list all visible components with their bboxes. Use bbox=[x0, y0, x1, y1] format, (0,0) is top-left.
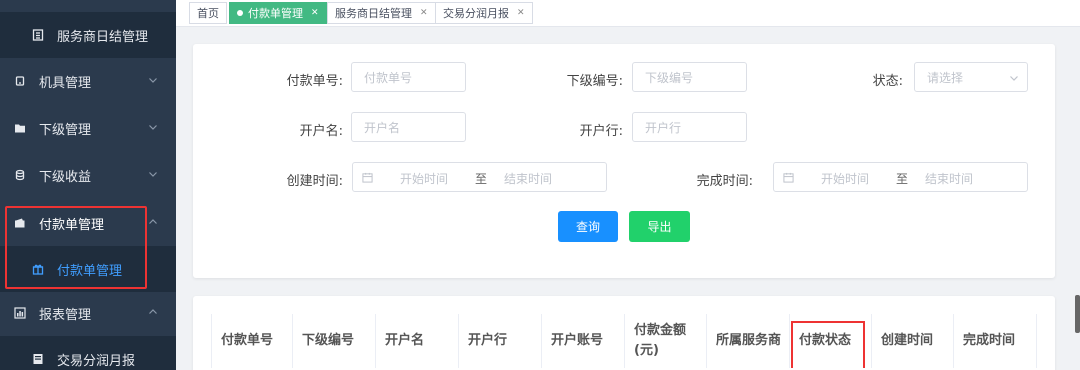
coins-icon bbox=[14, 169, 26, 181]
order-no-input[interactable]: 付款单号 bbox=[351, 62, 466, 92]
column-header[interactable]: 开户名 bbox=[376, 314, 459, 368]
account-name-label: 开户名: bbox=[299, 124, 343, 139]
tab-home[interactable]: 首页 bbox=[189, 2, 227, 24]
column-header[interactable]: 所属服务商 bbox=[707, 314, 790, 368]
column-header[interactable]: 付款单号 bbox=[211, 314, 293, 368]
tab-payment-order[interactable]: 付款单管理 ✕ bbox=[229, 2, 327, 24]
created-end-placeholder: 结束时间 bbox=[504, 172, 553, 186]
gift-icon bbox=[32, 263, 44, 275]
calendar-icon bbox=[362, 172, 373, 183]
sidebar-item-label: 下级收益 bbox=[39, 169, 92, 185]
calendar-icon bbox=[783, 172, 794, 183]
query-button[interactable]: 查询 bbox=[558, 211, 618, 242]
folder-icon bbox=[14, 122, 26, 134]
chevron-up-icon bbox=[149, 309, 157, 314]
column-header[interactable]: 付款金额(元) bbox=[625, 314, 707, 368]
chevron-down-icon bbox=[149, 172, 157, 177]
tab-monthly-report[interactable]: 交易分润月报 ✕ bbox=[435, 2, 533, 24]
finished-start-placeholder: 开始时间 bbox=[821, 172, 870, 186]
column-header[interactable]: 付款状态 bbox=[790, 314, 872, 368]
order-no-label: 付款单号: bbox=[286, 74, 343, 89]
created-time-range[interactable]: 开始时间 至 结束时间 bbox=[352, 162, 607, 192]
column-header-label: 付款金额(元) bbox=[634, 323, 687, 358]
column-header[interactable]: 开户账号 bbox=[542, 314, 625, 368]
column-header[interactable]: 开户行 bbox=[459, 314, 542, 368]
sidebar-item-daily-settlement[interactable]: 服务商日结管理 bbox=[0, 12, 176, 58]
range-separator: 至 bbox=[475, 172, 488, 186]
sidebar-item-monthly-report[interactable]: 交易分润月报 bbox=[0, 336, 176, 370]
sidebar-item-label: 付款单管理 bbox=[39, 217, 105, 233]
sub-no-label: 下级编号: bbox=[566, 74, 623, 89]
tab-label: 首页 bbox=[197, 7, 219, 20]
wallet-icon bbox=[14, 217, 26, 229]
sidebar-item-label: 报表管理 bbox=[39, 307, 92, 323]
sidebar-item-device[interactable]: 机具管理 bbox=[0, 58, 176, 104]
sidebar-item-label: 服务商日结管理 bbox=[57, 29, 149, 45]
sidebar: 服务商日结管理 机具管理 下级管理 下级收益 付款单管理 付款单管理 报表管理 … bbox=[0, 0, 176, 370]
export-button[interactable]: 导出 bbox=[629, 211, 690, 242]
finished-end-placeholder: 结束时间 bbox=[925, 172, 974, 186]
table-panel: 付款单号 下级编号 开户名 开户行 开户账号 付款金额(元) 所属服务商 付款状… bbox=[193, 296, 1055, 370]
status-label: 状态: bbox=[872, 74, 903, 89]
created-start-placeholder: 开始时间 bbox=[400, 172, 449, 186]
status-select-value: 请选择 bbox=[927, 70, 964, 85]
chart-icon bbox=[14, 307, 26, 319]
bank-input[interactable]: 开户行 bbox=[632, 112, 747, 142]
status-select[interactable]: 请选择 bbox=[914, 62, 1028, 92]
sidebar-item-label: 付款单管理 bbox=[57, 263, 123, 279]
tabs-bar: 首页 付款单管理 ✕ 服务商日结管理 ✕ 交易分润月报 ✕ bbox=[176, 0, 1080, 27]
bank-label: 开户行: bbox=[579, 124, 623, 139]
report-icon bbox=[32, 353, 44, 365]
sidebar-item-sub-management[interactable]: 下级管理 bbox=[0, 105, 176, 151]
chevron-up-icon bbox=[149, 219, 157, 224]
range-separator: 至 bbox=[896, 172, 909, 186]
tab-label: 服务商日结管理 bbox=[335, 7, 412, 20]
column-header[interactable]: 下级编号 bbox=[293, 314, 376, 368]
active-dot-icon bbox=[237, 10, 243, 16]
created-time-label: 创建时间: bbox=[286, 174, 343, 189]
finished-time-range[interactable]: 开始时间 至 结束时间 bbox=[773, 162, 1028, 192]
scrollbar[interactable] bbox=[1075, 295, 1080, 333]
column-header[interactable]: 创建时间 bbox=[872, 314, 954, 368]
column-header[interactable]: 完成时间 bbox=[954, 314, 1037, 368]
sidebar-item-payment-order[interactable]: 付款单管理 bbox=[0, 200, 176, 246]
account-name-input[interactable]: 开户名 bbox=[351, 112, 466, 142]
list-icon bbox=[32, 29, 44, 41]
sidebar-item-label: 下级管理 bbox=[39, 122, 92, 138]
sidebar-item-label: 机具管理 bbox=[39, 75, 92, 91]
close-icon[interactable]: ✕ bbox=[517, 8, 525, 18]
device-icon bbox=[14, 75, 26, 87]
tab-label: 付款单管理 bbox=[248, 7, 303, 20]
sub-no-input[interactable]: 下级编号 bbox=[632, 62, 747, 92]
close-icon[interactable]: ✕ bbox=[311, 8, 319, 18]
sidebar-item-payment-order-sub[interactable]: 付款单管理 bbox=[0, 246, 176, 292]
sidebar-item-reports[interactable]: 报表管理 bbox=[0, 290, 176, 336]
chevron-down-icon bbox=[149, 78, 157, 83]
tab-label: 交易分润月报 bbox=[443, 7, 509, 20]
chevron-down-icon bbox=[149, 125, 157, 130]
finished-time-label: 完成时间: bbox=[696, 174, 753, 189]
tab-daily-settlement[interactable]: 服务商日结管理 ✕ bbox=[327, 2, 436, 24]
sidebar-item-sub-earnings[interactable]: 下级收益 bbox=[0, 152, 176, 198]
close-icon[interactable]: ✕ bbox=[420, 8, 428, 18]
filter-panel: 付款单号: 付款单号 下级编号: 下级编号 状态: 请选择 开户名: 开户名 开… bbox=[193, 44, 1055, 278]
chevron-down-icon bbox=[1010, 76, 1018, 81]
sidebar-item-label: 交易分润月报 bbox=[57, 353, 136, 369]
